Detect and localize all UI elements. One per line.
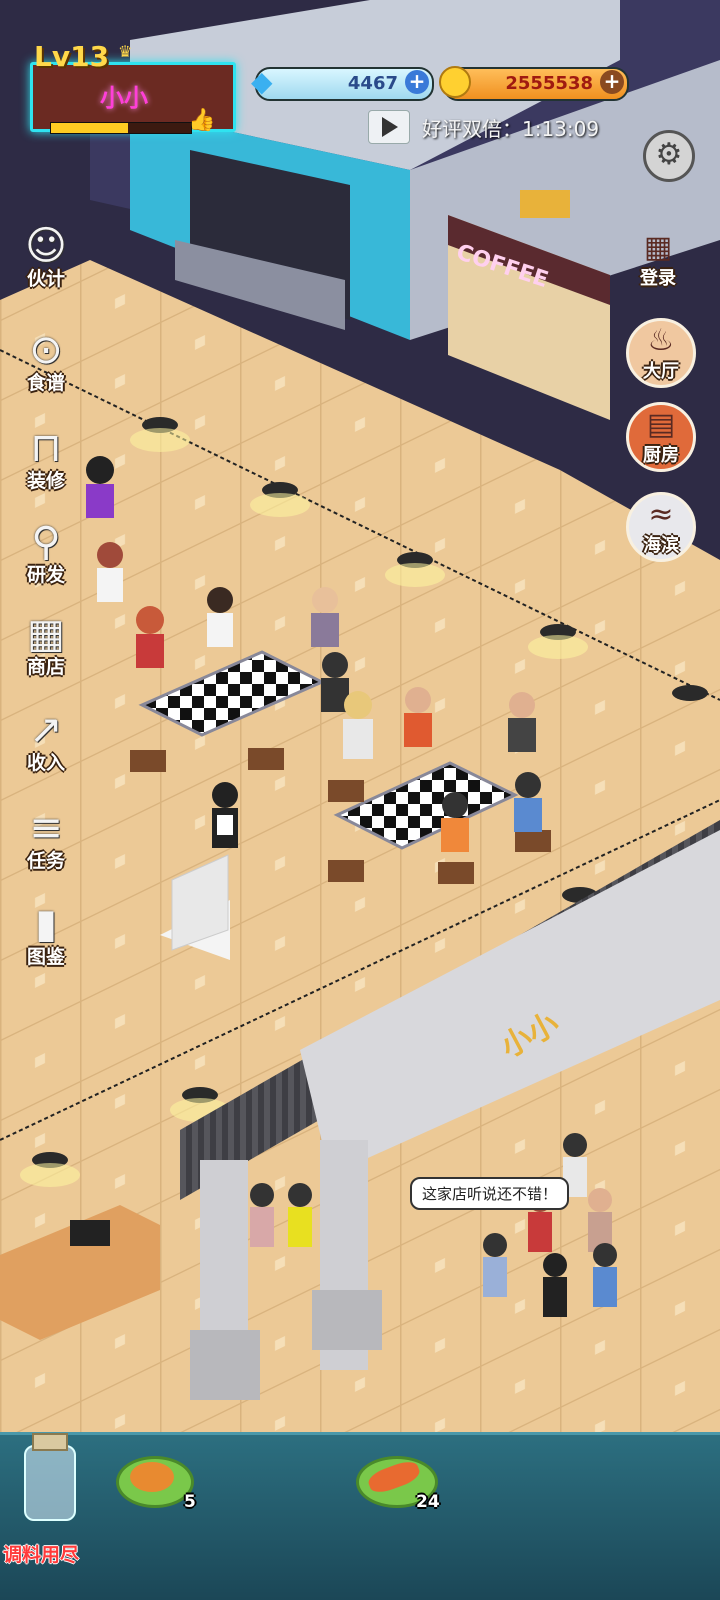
level-label: Lv13 <box>34 40 110 73</box>
kitchen-icon: ▤ <box>646 407 676 442</box>
menu-tasks-button[interactable]: ≡ 任务 <box>6 800 86 873</box>
diamond-icon: ◆ <box>251 65 273 98</box>
food-slot-grilled-fish[interactable]: 24 <box>350 1450 450 1520</box>
seasoning-status: 调料用尽 <box>3 1544 80 1566</box>
gear-icon: ⚙ <box>655 137 683 172</box>
thumbs-up-icon: 👍 <box>188 108 216 133</box>
nav-label: 登录 <box>640 268 676 289</box>
coin-counter: 2555538 + <box>439 66 629 101</box>
food-count: 24 <box>416 1492 440 1512</box>
gem-value: 4467 <box>347 73 398 94</box>
crown-icon: ♛ <box>118 42 133 61</box>
exp-bar <box>50 122 192 134</box>
watch-video-button[interactable] <box>368 110 410 144</box>
player-name: 小小 <box>100 84 148 112</box>
settings-button[interactable]: ⚙ <box>643 130 695 182</box>
double-reward-timer: 好评双倍：1:13:09 <box>422 117 600 141</box>
coin-icon <box>439 66 471 98</box>
food-count: 5 <box>184 1492 196 1512</box>
jar-icon <box>24 1445 76 1521</box>
menu-shop-button[interactable]: ▦ 商店 <box>6 606 86 679</box>
menu-decorate-button[interactable]: ⊓ 装修 <box>6 420 86 493</box>
shop-awning-icon: ▦ <box>27 611 65 657</box>
menu-staff-button[interactable]: ☺ 伙计 <box>6 218 86 291</box>
nav-label: 厨房 <box>643 445 679 466</box>
seasoning-jar-button[interactable] <box>20 1425 76 1525</box>
chef-hat-icon: ☺ <box>25 223 67 269</box>
dining-hall-icon: ♨ <box>647 323 675 358</box>
nav-kitchen-button[interactable]: ▤ 厨房 <box>626 402 696 472</box>
game-scene[interactable]: COFFEE 小小 Lv13 ♛ 小小 👍 ◆ 4467 + 2555538 +… <box>0 0 720 1600</box>
restaurant-map: COFFEE 小小 <box>0 0 720 1600</box>
menu-recipes-button[interactable]: ⊙ 食谱 <box>6 322 86 395</box>
nav-beach-button[interactable]: ≈ 海滨 <box>626 492 696 562</box>
book-icon: ▮ <box>34 901 57 947</box>
coin-value: 2555538 <box>505 73 593 94</box>
skewer-plate-icon: ⊙ <box>29 327 63 373</box>
magnifier-icon: ⚲ <box>31 519 61 565</box>
food-slot-roast-chicken[interactable]: 5 <box>110 1450 200 1520</box>
menu-codex-button[interactable]: ▮ 图鉴 <box>6 896 86 969</box>
task-list-icon: ≡ <box>29 805 63 851</box>
add-coins-button[interactable]: + <box>600 70 624 94</box>
rising-chart-icon: ↗ <box>29 707 63 753</box>
roast-chicken-image <box>130 1462 174 1492</box>
calendar-icon: ▦ <box>643 230 673 265</box>
jar-lid <box>32 1433 68 1451</box>
wave-icon: ≈ <box>648 497 674 532</box>
menu-income-button[interactable]: ↗ 收入 <box>6 702 86 775</box>
gem-counter: ◆ 4467 + <box>251 65 434 101</box>
level-panel[interactable]: Lv13 ♛ 小小 👍 <box>0 0 240 140</box>
nav-hall-button[interactable]: ♨ 大厅 <box>626 318 696 388</box>
nav-login-button[interactable]: ▦ 登录 <box>626 228 690 292</box>
table-icon: ⊓ <box>30 425 62 471</box>
customer-speech-bubble: 这家店听说还不错！ <box>410 1177 570 1210</box>
nav-label: 大厅 <box>643 361 679 382</box>
play-icon <box>382 117 398 137</box>
nav-label: 海滨 <box>643 535 679 556</box>
menu-research-button[interactable]: ⚲ 研发 <box>6 514 86 587</box>
add-gems-button[interactable]: + <box>405 70 429 94</box>
